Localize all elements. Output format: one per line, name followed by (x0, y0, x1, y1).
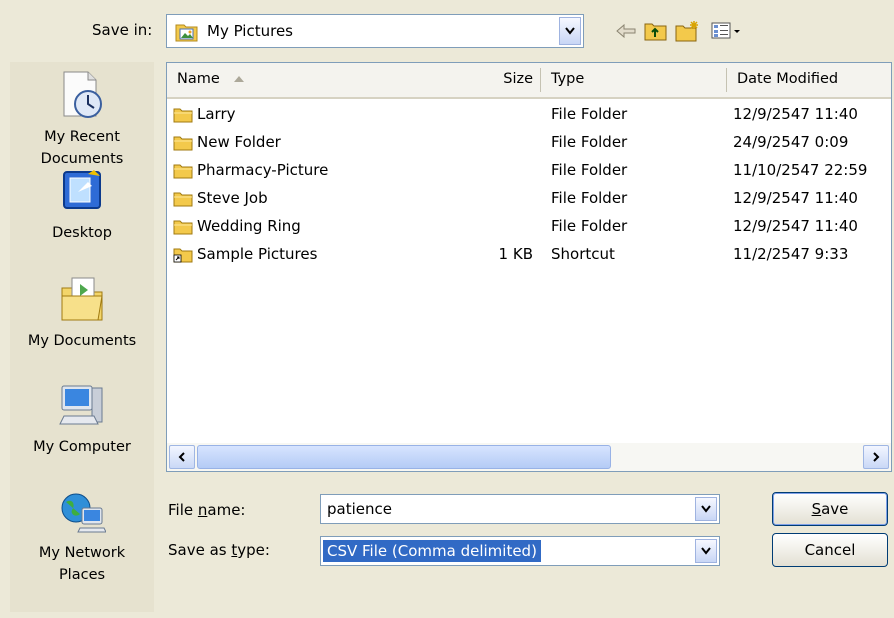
save-as-type-label: Save as type: (168, 541, 270, 559)
file-row[interactable]: New Folder File Folder 24/9/2547 0:09 (167, 129, 891, 157)
file-name: New Folder (197, 133, 281, 151)
file-date: 12/9/2547 11:40 (733, 217, 858, 235)
file-date: 11/2/2547 9:33 (733, 245, 849, 263)
column-header-label: Size (503, 71, 533, 87)
file-list[interactable]: Name Size Type Date Modified Larry File … (166, 62, 892, 472)
file-type: File Folder (551, 217, 628, 235)
place-label: Places (58, 567, 106, 583)
file-name-value: patience (327, 500, 392, 518)
file-name: Sample Pictures (197, 245, 318, 263)
file-row[interactable]: Larry File Folder 12/9/2547 11:40 (167, 101, 891, 129)
file-row[interactable]: Sample Pictures 1 KB Shortcut 11/2/2547 … (167, 241, 891, 269)
file-row[interactable]: Steve Job File Folder 12/9/2547 11:40 (167, 185, 891, 213)
up-one-level-button[interactable] (642, 16, 670, 46)
chevron-left-icon (178, 452, 185, 462)
file-date: 12/9/2547 11:40 (733, 189, 858, 207)
shortcut-folder-icon (173, 247, 193, 267)
network-places-icon (61, 493, 107, 533)
desktop-icon (63, 170, 101, 209)
file-name-field[interactable]: patience (320, 494, 720, 524)
file-row[interactable]: Pharmacy-Picture File Folder 11/10/2547 … (167, 157, 891, 185)
scroll-right-button[interactable] (863, 445, 889, 469)
column-header-date-modified[interactable]: Date Modified (727, 63, 891, 99)
horizontal-scrollbar[interactable] (167, 443, 891, 471)
save-as-type-value: CSV File (Comma delimited) (323, 540, 541, 562)
file-type: Shortcut (551, 245, 615, 263)
file-date: 12/9/2547 11:40 (733, 105, 858, 123)
save-in-value: My Pictures (207, 22, 293, 40)
file-name: Wedding Ring (197, 217, 301, 235)
column-header-size[interactable]: Size (467, 63, 541, 99)
new-folder-icon (675, 21, 698, 42)
column-header-type[interactable]: Type (541, 63, 727, 99)
folder-icon (173, 107, 193, 127)
file-type: File Folder (551, 161, 628, 179)
my-documents-icon (61, 277, 103, 321)
file-name-dropdown-button[interactable] (695, 497, 717, 521)
my-pictures-icon (175, 21, 199, 47)
column-header-label: Date Modified (737, 71, 839, 87)
file-date: 11/10/2547 22:59 (733, 161, 868, 179)
chevron-down-icon (701, 505, 711, 513)
place-my-computer[interactable]: My Computer (10, 380, 154, 458)
folder-icon (173, 191, 193, 211)
file-date: 24/9/2547 0:09 (733, 133, 849, 151)
scroll-left-button[interactable] (169, 445, 195, 469)
recent-documents-icon (63, 71, 102, 118)
file-name: Pharmacy-Picture (197, 161, 329, 179)
cancel-button[interactable]: Cancel (772, 533, 888, 567)
place-label: My Documents (27, 333, 137, 349)
folder-icon (173, 163, 193, 183)
file-name: Larry (197, 105, 236, 123)
save-as-dialog: Save in: My Pictures My Recent Documents… (0, 0, 894, 618)
views-menu-button[interactable] (708, 16, 748, 46)
place-label: Desktop (52, 225, 112, 241)
folder-up-icon (644, 23, 667, 41)
place-my-network-places[interactable]: My Network Places (10, 486, 154, 586)
folder-icon (173, 135, 193, 155)
places-bar: My Recent Documents Desktop My Documents (10, 62, 154, 612)
file-row[interactable]: Wedding Ring File Folder 12/9/2547 11:40 (167, 213, 891, 241)
scroll-thumb[interactable] (197, 445, 611, 469)
file-type: File Folder (551, 189, 628, 207)
sort-ascending-icon (234, 76, 244, 82)
folder-icon (173, 219, 193, 239)
file-name: Steve Job (197, 189, 268, 207)
back-button[interactable] (612, 16, 640, 46)
place-label: My Network (38, 545, 126, 561)
place-label: Documents (40, 151, 124, 167)
place-my-documents[interactable]: My Documents (10, 274, 154, 352)
chevron-down-icon (701, 547, 711, 555)
file-type: File Folder (551, 105, 628, 123)
views-icon (711, 22, 740, 39)
column-header-label: Type (551, 71, 585, 87)
place-my-recent-documents[interactable]: My Recent Documents (10, 68, 154, 170)
new-folder-button[interactable] (674, 16, 702, 46)
file-name-label: File name: (168, 501, 246, 519)
place-desktop[interactable]: Desktop (10, 168, 154, 244)
save-as-type-select[interactable]: CSV File (Comma delimited) (320, 536, 720, 566)
save-in-combo[interactable]: My Pictures (166, 14, 584, 48)
save-as-type-dropdown-button[interactable] (695, 539, 717, 563)
place-label: My Computer (33, 439, 131, 455)
chevron-down-icon (565, 27, 575, 35)
save-in-dropdown-button[interactable] (559, 17, 581, 45)
back-arrow-icon (616, 23, 636, 39)
file-size: 1 KB (498, 245, 533, 263)
file-type: File Folder (551, 133, 628, 151)
column-header-label: Name (177, 71, 220, 87)
my-computer-icon (59, 385, 103, 425)
chevron-right-icon (873, 452, 880, 462)
place-label: My Recent (44, 129, 120, 145)
save-in-label: Save in: (92, 21, 153, 39)
save-button[interactable]: Save (772, 492, 888, 526)
